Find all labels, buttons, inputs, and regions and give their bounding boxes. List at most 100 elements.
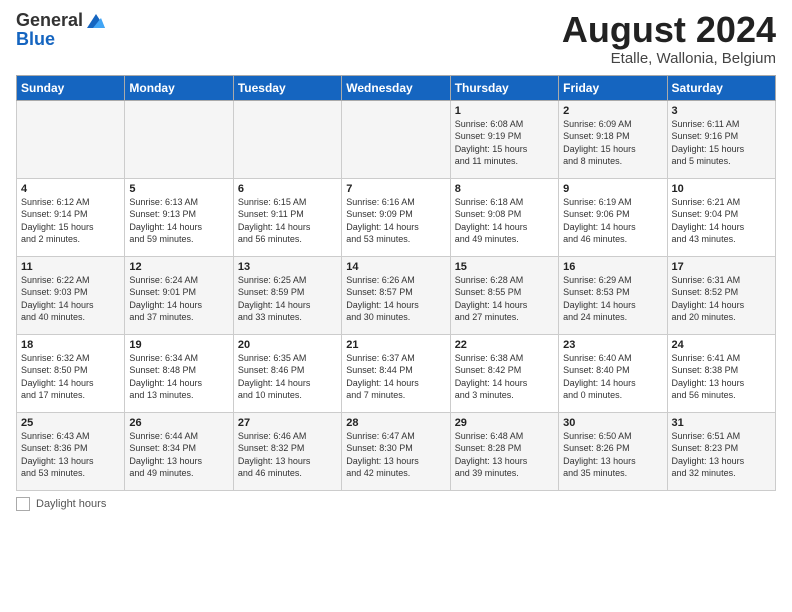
calendar-cell: 12Sunrise: 6:24 AM Sunset: 9:01 PM Dayli… [125,256,233,334]
calendar-cell: 1Sunrise: 6:08 AM Sunset: 9:19 PM Daylig… [450,100,558,178]
calendar-cell [17,100,125,178]
day-number: 21 [346,339,445,351]
calendar-table: SundayMondayTuesdayWednesdayThursdayFrid… [16,75,776,491]
day-info: Sunrise: 6:50 AM Sunset: 8:26 PM Dayligh… [563,430,662,480]
calendar-cell [342,100,450,178]
day-number: 29 [455,417,554,429]
calendar-cell: 14Sunrise: 6:26 AM Sunset: 8:57 PM Dayli… [342,256,450,334]
day-info: Sunrise: 6:32 AM Sunset: 8:50 PM Dayligh… [21,352,120,402]
calendar-week-2: 4Sunrise: 6:12 AM Sunset: 9:14 PM Daylig… [17,178,776,256]
calendar-cell: 8Sunrise: 6:18 AM Sunset: 9:08 PM Daylig… [450,178,558,256]
day-number: 27 [238,417,337,429]
calendar-week-5: 25Sunrise: 6:43 AM Sunset: 8:36 PM Dayli… [17,412,776,490]
day-number: 15 [455,261,554,273]
day-info: Sunrise: 6:46 AM Sunset: 8:32 PM Dayligh… [238,430,337,480]
col-header-saturday: Saturday [667,75,775,100]
footer: Daylight hours [16,497,776,511]
day-number: 23 [563,339,662,351]
calendar-body: 1Sunrise: 6:08 AM Sunset: 9:19 PM Daylig… [17,100,776,490]
col-header-monday: Monday [125,75,233,100]
calendar-cell [233,100,341,178]
day-info: Sunrise: 6:25 AM Sunset: 8:59 PM Dayligh… [238,274,337,324]
calendar-cell: 28Sunrise: 6:47 AM Sunset: 8:30 PM Dayli… [342,412,450,490]
day-info: Sunrise: 6:31 AM Sunset: 8:52 PM Dayligh… [672,274,771,324]
day-info: Sunrise: 6:29 AM Sunset: 8:53 PM Dayligh… [563,274,662,324]
day-info: Sunrise: 6:34 AM Sunset: 8:48 PM Dayligh… [129,352,228,402]
calendar-cell: 10Sunrise: 6:21 AM Sunset: 9:04 PM Dayli… [667,178,775,256]
calendar-week-1: 1Sunrise: 6:08 AM Sunset: 9:19 PM Daylig… [17,100,776,178]
day-info: Sunrise: 6:43 AM Sunset: 8:36 PM Dayligh… [21,430,120,480]
calendar-cell: 23Sunrise: 6:40 AM Sunset: 8:40 PM Dayli… [559,334,667,412]
calendar-cell: 26Sunrise: 6:44 AM Sunset: 8:34 PM Dayli… [125,412,233,490]
day-number: 17 [672,261,771,273]
col-header-thursday: Thursday [450,75,558,100]
day-info: Sunrise: 6:11 AM Sunset: 9:16 PM Dayligh… [672,118,771,168]
day-number: 3 [672,105,771,117]
footer-box [16,497,30,511]
day-info: Sunrise: 6:44 AM Sunset: 8:34 PM Dayligh… [129,430,228,480]
logo-general: General [16,11,83,31]
logo-blue: Blue [16,30,107,50]
calendar-cell: 6Sunrise: 6:15 AM Sunset: 9:11 PM Daylig… [233,178,341,256]
day-number: 9 [563,183,662,195]
day-number: 24 [672,339,771,351]
calendar-cell: 13Sunrise: 6:25 AM Sunset: 8:59 PM Dayli… [233,256,341,334]
footer-label: Daylight hours [36,498,106,510]
day-info: Sunrise: 6:18 AM Sunset: 9:08 PM Dayligh… [455,196,554,246]
day-number: 28 [346,417,445,429]
day-info: Sunrise: 6:48 AM Sunset: 8:28 PM Dayligh… [455,430,554,480]
day-info: Sunrise: 6:08 AM Sunset: 9:19 PM Dayligh… [455,118,554,168]
calendar-cell: 5Sunrise: 6:13 AM Sunset: 9:13 PM Daylig… [125,178,233,256]
day-number: 11 [21,261,120,273]
day-info: Sunrise: 6:13 AM Sunset: 9:13 PM Dayligh… [129,196,228,246]
day-number: 13 [238,261,337,273]
calendar-cell: 27Sunrise: 6:46 AM Sunset: 8:32 PM Dayli… [233,412,341,490]
day-info: Sunrise: 6:12 AM Sunset: 9:14 PM Dayligh… [21,196,120,246]
calendar-cell: 18Sunrise: 6:32 AM Sunset: 8:50 PM Dayli… [17,334,125,412]
calendar-cell: 31Sunrise: 6:51 AM Sunset: 8:23 PM Dayli… [667,412,775,490]
calendar-header-row: SundayMondayTuesdayWednesdayThursdayFrid… [17,75,776,100]
day-info: Sunrise: 6:41 AM Sunset: 8:38 PM Dayligh… [672,352,771,402]
day-info: Sunrise: 6:51 AM Sunset: 8:23 PM Dayligh… [672,430,771,480]
day-number: 12 [129,261,228,273]
page: General Blue August 2024 Etalle, Walloni… [0,0,792,612]
col-header-wednesday: Wednesday [342,75,450,100]
day-number: 5 [129,183,228,195]
calendar-cell: 20Sunrise: 6:35 AM Sunset: 8:46 PM Dayli… [233,334,341,412]
calendar-cell: 25Sunrise: 6:43 AM Sunset: 8:36 PM Dayli… [17,412,125,490]
day-number: 4 [21,183,120,195]
col-header-tuesday: Tuesday [233,75,341,100]
day-number: 14 [346,261,445,273]
calendar-cell: 15Sunrise: 6:28 AM Sunset: 8:55 PM Dayli… [450,256,558,334]
day-info: Sunrise: 6:19 AM Sunset: 9:06 PM Dayligh… [563,196,662,246]
day-info: Sunrise: 6:40 AM Sunset: 8:40 PM Dayligh… [563,352,662,402]
day-info: Sunrise: 6:37 AM Sunset: 8:44 PM Dayligh… [346,352,445,402]
calendar-cell: 9Sunrise: 6:19 AM Sunset: 9:06 PM Daylig… [559,178,667,256]
day-info: Sunrise: 6:24 AM Sunset: 9:01 PM Dayligh… [129,274,228,324]
calendar-cell: 3Sunrise: 6:11 AM Sunset: 9:16 PM Daylig… [667,100,775,178]
calendar-cell: 4Sunrise: 6:12 AM Sunset: 9:14 PM Daylig… [17,178,125,256]
day-info: Sunrise: 6:09 AM Sunset: 9:18 PM Dayligh… [563,118,662,168]
subtitle: Etalle, Wallonia, Belgium [562,50,776,67]
day-number: 31 [672,417,771,429]
day-number: 30 [563,417,662,429]
day-number: 8 [455,183,554,195]
day-info: Sunrise: 6:47 AM Sunset: 8:30 PM Dayligh… [346,430,445,480]
logo: General Blue [16,10,107,50]
day-number: 18 [21,339,120,351]
calendar-cell [125,100,233,178]
logo-icon [85,10,107,32]
day-number: 26 [129,417,228,429]
calendar-cell: 2Sunrise: 6:09 AM Sunset: 9:18 PM Daylig… [559,100,667,178]
day-info: Sunrise: 6:35 AM Sunset: 8:46 PM Dayligh… [238,352,337,402]
day-number: 16 [563,261,662,273]
calendar-cell: 29Sunrise: 6:48 AM Sunset: 8:28 PM Dayli… [450,412,558,490]
day-info: Sunrise: 6:16 AM Sunset: 9:09 PM Dayligh… [346,196,445,246]
calendar-cell: 21Sunrise: 6:37 AM Sunset: 8:44 PM Dayli… [342,334,450,412]
day-number: 6 [238,183,337,195]
day-info: Sunrise: 6:22 AM Sunset: 9:03 PM Dayligh… [21,274,120,324]
calendar-cell: 30Sunrise: 6:50 AM Sunset: 8:26 PM Dayli… [559,412,667,490]
day-number: 1 [455,105,554,117]
calendar-cell: 17Sunrise: 6:31 AM Sunset: 8:52 PM Dayli… [667,256,775,334]
day-number: 2 [563,105,662,117]
